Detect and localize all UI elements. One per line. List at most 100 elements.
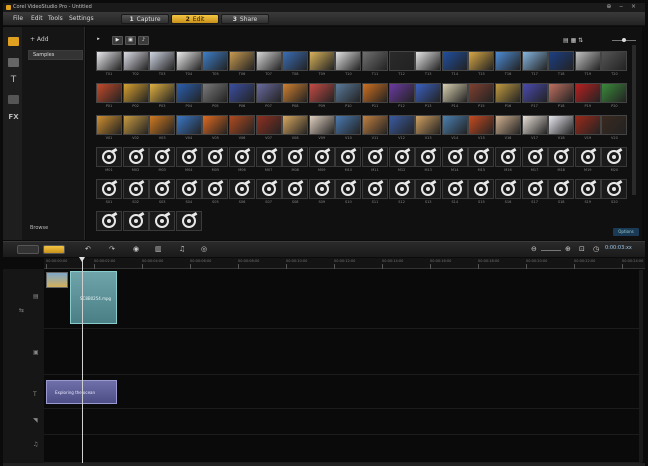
disc-menu-icon[interactable] bbox=[149, 211, 176, 231]
library-thumbnail[interactable] bbox=[415, 51, 442, 71]
title-category-icon[interactable]: T bbox=[8, 76, 19, 85]
library-thumbnail[interactable] bbox=[175, 115, 202, 135]
disc-menu-icon[interactable] bbox=[574, 147, 601, 167]
overlay-track-icon[interactable]: ▣ bbox=[33, 349, 39, 356]
disc-menu-icon[interactable] bbox=[308, 179, 335, 199]
library-thumbnail[interactable] bbox=[548, 115, 575, 135]
library-thumbnail[interactable] bbox=[574, 51, 601, 71]
sort-icon[interactable]: ▤ ▦ ⇅ bbox=[563, 37, 583, 44]
tab-edit[interactable]: 2 Edit bbox=[171, 14, 219, 24]
library-thumbnail[interactable] bbox=[574, 115, 601, 135]
disc-menu-icon[interactable] bbox=[308, 147, 335, 167]
window-controls[interactable]: ⊕ ‒ × bbox=[606, 3, 639, 10]
tab-share[interactable]: 3 Share bbox=[221, 14, 269, 24]
library-thumbnail[interactable] bbox=[282, 115, 309, 135]
disc-menu-icon[interactable] bbox=[122, 147, 149, 167]
disc-menu-icon[interactable] bbox=[441, 179, 468, 199]
library-thumbnail[interactable] bbox=[415, 83, 442, 103]
library-thumbnail[interactable] bbox=[175, 83, 202, 103]
library-thumbnail[interactable] bbox=[388, 83, 415, 103]
library-thumbnail[interactable] bbox=[415, 115, 442, 135]
library-thumbnail[interactable] bbox=[548, 83, 575, 103]
library-thumbnail[interactable] bbox=[202, 83, 229, 103]
sound-mixer-icon[interactable]: ▥ bbox=[155, 245, 162, 253]
motion-tracking-icon[interactable]: ◎ bbox=[201, 245, 207, 253]
disc-menu-icon[interactable] bbox=[468, 147, 495, 167]
disc-menu-icon[interactable] bbox=[282, 179, 309, 199]
library-thumbnail[interactable] bbox=[362, 83, 388, 103]
disc-menu-icon[interactable] bbox=[388, 179, 415, 199]
disc-menu-icon[interactable] bbox=[468, 179, 495, 199]
timeline-scrollbar[interactable] bbox=[639, 270, 643, 462]
library-thumbnail[interactable] bbox=[495, 51, 521, 71]
zoom-in-icon[interactable]: ⊕ bbox=[565, 245, 571, 253]
library-thumbnail[interactable] bbox=[441, 83, 468, 103]
library-scrollbar[interactable] bbox=[632, 45, 636, 195]
library-thumbnail[interactable] bbox=[521, 83, 548, 103]
library-thumbnail[interactable] bbox=[149, 115, 176, 135]
disc-menu-icon[interactable] bbox=[96, 211, 122, 231]
library-thumbnail[interactable] bbox=[255, 51, 282, 71]
disc-menu-icon[interactable] bbox=[521, 179, 548, 199]
media-category-icon[interactable] bbox=[8, 37, 19, 46]
library-thumbnail[interactable] bbox=[521, 115, 548, 135]
menu-file[interactable]: File bbox=[13, 15, 23, 22]
add-folder-button[interactable]: + Add bbox=[30, 36, 49, 43]
photo-filter-icon[interactable]: ▣ bbox=[125, 36, 136, 45]
disc-menu-icon[interactable] bbox=[202, 179, 229, 199]
library-thumbnail[interactable] bbox=[202, 51, 229, 71]
record-capture-icon[interactable]: ◉ bbox=[133, 245, 139, 253]
library-thumbnail[interactable] bbox=[495, 83, 521, 103]
project-duration-icon[interactable]: ◷ bbox=[593, 245, 599, 253]
disc-menu-icon[interactable] bbox=[229, 147, 255, 167]
title-track[interactable] bbox=[44, 375, 642, 409]
timeline-ruler[interactable]: 00:00:00:00 00:00:02:00 00:00:04:00 00:00:0… bbox=[44, 258, 645, 269]
zoom-out-icon[interactable]: ⊖ bbox=[531, 245, 537, 253]
library-thumbnail[interactable] bbox=[96, 83, 122, 103]
disc-menu-icon[interactable] bbox=[601, 179, 628, 199]
disc-menu-icon[interactable] bbox=[601, 147, 628, 167]
library-thumbnail[interactable] bbox=[122, 115, 149, 135]
library-thumbnail[interactable] bbox=[282, 51, 309, 71]
transition-category-icon[interactable] bbox=[8, 95, 19, 104]
library-folder-samples[interactable]: Samples bbox=[28, 50, 83, 60]
library-thumbnail[interactable] bbox=[548, 51, 575, 71]
filter-category-icon[interactable]: FX bbox=[8, 113, 19, 122]
disc-menu-icon[interactable] bbox=[495, 179, 521, 199]
redo-icon[interactable]: ↷ bbox=[109, 245, 115, 253]
library-thumbnail[interactable] bbox=[308, 51, 335, 71]
disc-menu-icon[interactable] bbox=[175, 147, 202, 167]
disc-menu-icon[interactable] bbox=[255, 179, 282, 199]
disc-menu-icon[interactable] bbox=[175, 211, 202, 231]
library-thumbnail[interactable] bbox=[175, 51, 202, 71]
voice-track-icon[interactable]: ◥ bbox=[33, 417, 38, 424]
library-thumbnail[interactable] bbox=[229, 51, 255, 71]
library-thumbnail[interactable] bbox=[149, 51, 176, 71]
disc-menu-icon[interactable] bbox=[335, 147, 362, 167]
title-track-icon[interactable]: T bbox=[33, 391, 37, 398]
library-thumbnail[interactable] bbox=[441, 51, 468, 71]
undo-icon[interactable]: ↶ bbox=[85, 245, 91, 253]
library-thumbnail[interactable] bbox=[335, 115, 362, 135]
library-thumbnail[interactable] bbox=[601, 115, 628, 135]
ripple-editing-icon[interactable]: ⇆ bbox=[19, 307, 24, 314]
library-thumbnail[interactable] bbox=[574, 83, 601, 103]
disc-menu-icon[interactable] bbox=[548, 179, 575, 199]
menu-edit[interactable]: Edit bbox=[31, 15, 43, 22]
browse-button[interactable]: Browse bbox=[30, 225, 48, 231]
library-thumbnail[interactable] bbox=[308, 115, 335, 135]
overlay-track[interactable] bbox=[44, 329, 642, 375]
menu-tools[interactable]: Tools bbox=[48, 15, 63, 22]
library-thumbnail[interactable] bbox=[441, 115, 468, 135]
zoom-slider[interactable] bbox=[541, 250, 561, 251]
library-thumbnail[interactable] bbox=[601, 51, 628, 71]
disc-menu-icon[interactable] bbox=[229, 179, 255, 199]
library-thumbnail[interactable] bbox=[468, 115, 495, 135]
disc-menu-icon[interactable] bbox=[122, 211, 149, 231]
disc-menu-icon[interactable] bbox=[96, 147, 122, 167]
video-filter-icon[interactable]: ▶ bbox=[112, 36, 123, 45]
tab-capture[interactable]: 1 Capture bbox=[121, 14, 169, 24]
library-thumbnail[interactable] bbox=[96, 51, 122, 71]
disc-menu-icon[interactable] bbox=[149, 147, 176, 167]
disc-menu-icon[interactable] bbox=[362, 147, 388, 167]
